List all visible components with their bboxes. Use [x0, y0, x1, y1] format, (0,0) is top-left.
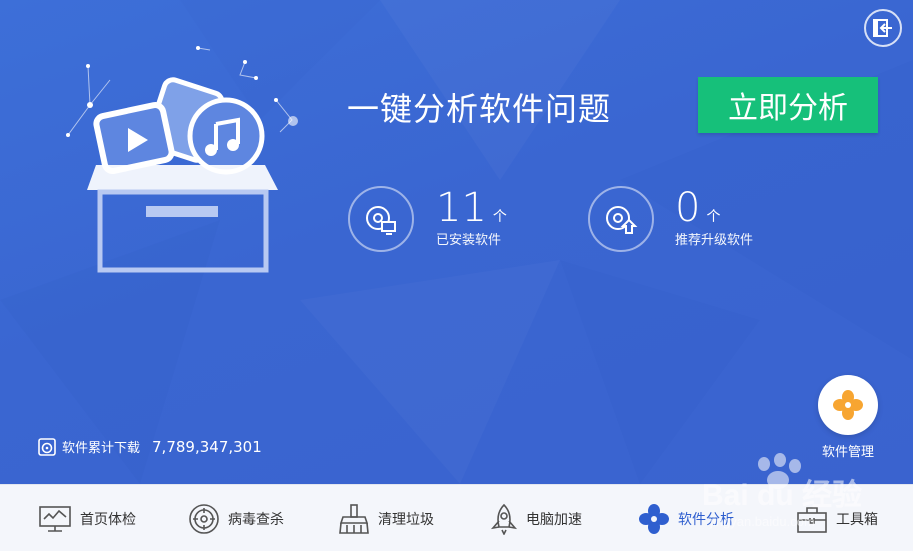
download-info: 软件累计下载 7,789,347,301 — [38, 437, 262, 456]
monitor-icon — [39, 505, 71, 532]
nav-item-clean-junk[interactable]: 清理垃圾 — [338, 485, 434, 551]
download-disc-icon — [38, 437, 56, 456]
exit-icon — [873, 19, 892, 37]
nav-label: 清理垃圾 — [378, 511, 434, 528]
nav-item-software-analysis[interactable]: 软件分析 — [638, 485, 734, 551]
broom-icon — [339, 503, 369, 534]
upgrade-disc-icon — [606, 206, 638, 234]
nav-label: 电脑加速 — [526, 511, 582, 528]
download-label: 软件累计下载 — [62, 441, 141, 456]
installed-software-badge — [348, 186, 414, 252]
nav-label: 病毒查杀 — [228, 511, 284, 528]
exit-button[interactable] — [864, 9, 902, 47]
installed-label: 已安装软件 — [436, 233, 502, 248]
nav-item-home-check[interactable]: 首页体检 — [38, 485, 136, 551]
upgrade-count: 0个 — [675, 185, 721, 231]
page-title: 一键分析软件问题 — [347, 90, 612, 128]
rocket-icon — [490, 503, 518, 535]
nav-label: 首页体检 — [80, 511, 136, 528]
shield-target-icon — [189, 503, 219, 534]
nav-label: 软件分析 — [678, 511, 734, 528]
installed-count: 11 个 — [436, 185, 507, 231]
download-count: 7,789,347,301 — [152, 437, 262, 456]
hero-panel: 一键分析软件问题 立即分析 11 个 已安装软件 0个 推荐升级软件 软件累计下… — [0, 0, 913, 484]
bottom-nav: 首页体检 病毒查杀 清理垃圾 电脑加速 软件分析 工具箱 — [0, 484, 913, 551]
nav-item-speed-up[interactable]: 电脑加速 — [490, 485, 582, 551]
nav-label: 工具箱 — [836, 511, 878, 528]
nav-item-toolbox[interactable]: 工具箱 — [796, 485, 878, 551]
software-manager-button[interactable]: 软件管理 — [818, 375, 878, 460]
app-window: 一键分析软件问题 立即分析 11 个 已安装软件 0个 推荐升级软件 软件累计下… — [0, 0, 913, 551]
toolbox-icon — [797, 506, 827, 533]
software-manager-circle[interactable] — [818, 375, 878, 435]
clover-icon — [833, 390, 863, 420]
software-manager-label: 软件管理 — [821, 445, 874, 460]
nav-item-virus-scan[interactable]: 病毒查杀 — [188, 485, 284, 551]
software-box-illustration — [66, 46, 298, 273]
upgrade-software-badge — [588, 186, 654, 252]
installed-disc-icon — [366, 206, 396, 235]
upgrade-label: 推荐升级软件 — [675, 233, 754, 248]
clover-icon — [639, 503, 669, 534]
analyze-now-button[interactable]: 立即分析 — [698, 77, 878, 133]
